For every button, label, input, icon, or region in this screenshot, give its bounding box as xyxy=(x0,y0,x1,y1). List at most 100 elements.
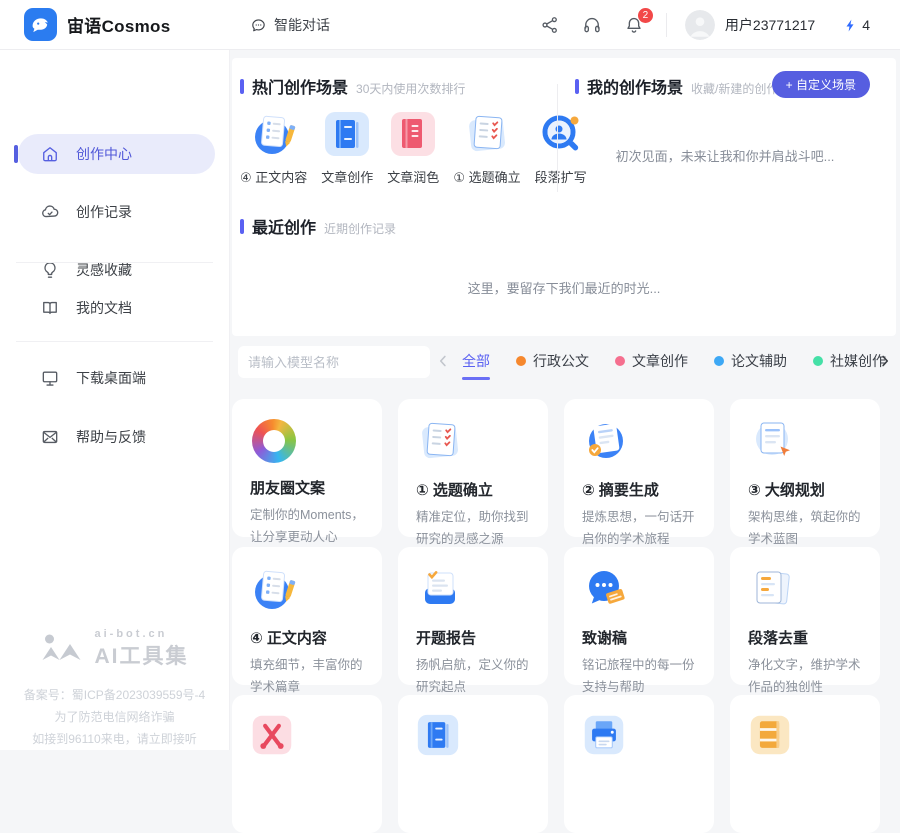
tabs-scroll-left[interactable] xyxy=(434,352,452,370)
proposal-board-icon xyxy=(416,565,530,613)
credits-count: 4 xyxy=(862,17,870,33)
avatar[interactable] xyxy=(685,10,715,40)
book-orange-icon xyxy=(748,713,862,757)
site-watermark: ai-bot.cn AI工具集 备案号：蜀ICP备2023039559号-4 为… xyxy=(0,628,229,750)
my-scenes-empty-text: 初次见面，未来让我和你并肩战斗吧... xyxy=(575,146,875,165)
credits-indicator[interactable]: 4 xyxy=(843,17,870,33)
thanks-bubble-icon xyxy=(582,565,696,613)
card-acknowledgements[interactable]: 致谢稿 铭记旅程中的每一份支持与帮助 xyxy=(564,547,714,685)
bulb-icon xyxy=(40,260,60,280)
category-dot xyxy=(813,356,823,366)
sidebar-item-label: 我的文档 xyxy=(76,298,132,318)
card-paragraph-dedup[interactable]: 段落去重 净化文字，维护学术作品的独创性 xyxy=(730,547,880,685)
card-abstract-generation[interactable]: ② 摘要生成 提炼思想，一句话开启你的学术旅程 xyxy=(564,399,714,537)
clipboard-pencil-icon xyxy=(250,110,298,158)
header-actions: 2 用户23771217 4 xyxy=(518,0,870,50)
monitor-icon xyxy=(40,368,60,388)
card-proposal-report[interactable]: 开题报告 扬帆启航，定义你的研究起点 xyxy=(398,547,548,685)
sidebar-item-download-desktop[interactable]: 下载桌面端 xyxy=(18,358,215,398)
icp-record: 备案号：蜀ICP备2023039559号-4 xyxy=(0,684,229,706)
card-row: ④ 正文内容 填充细节，丰富你的学术篇章 开题报告 扬帆启航，定义你的研究起点 … xyxy=(232,547,880,685)
hot-scene-content[interactable]: ④ 正文内容 xyxy=(240,110,307,186)
card-outline-planning[interactable]: ③ 大纲规划 架构思维，筑起你的学术蓝图 xyxy=(730,399,880,537)
section-marker xyxy=(240,219,244,234)
sidebar-item-creation-records[interactable]: 创作记录 xyxy=(18,192,215,232)
sidebar-item-inspiration-favorites[interactable]: 灵感收藏 xyxy=(18,250,215,290)
chat-bubble-icon xyxy=(250,17,267,34)
notification-badge: 2 xyxy=(638,8,653,23)
sidebar-item-help-feedback[interactable]: 帮助与反馈 xyxy=(18,417,215,457)
scissors-icon xyxy=(250,713,364,757)
username[interactable]: 用户23771217 xyxy=(725,15,815,35)
brand[interactable]: 宙语Cosmos xyxy=(0,8,206,41)
card-row xyxy=(232,695,880,833)
section-marker xyxy=(575,79,579,94)
cloud-record-icon xyxy=(40,202,60,222)
recent-empty-text: 这里，要留存下我们最近的时光... xyxy=(232,278,896,297)
sidebar-item-label: 下载桌面端 xyxy=(76,368,146,388)
watermark-name: AI工具集 xyxy=(95,640,189,670)
nav-smart-chat[interactable]: 智能对话 xyxy=(250,0,330,50)
tab-all[interactable]: 全部 xyxy=(462,351,490,371)
hot-scene-article-polish[interactable]: 文章润色 xyxy=(387,110,439,186)
hot-scenes-row: ④ 正文内容 文章创作 文章润色 ① 选题确立 段落扩写 xyxy=(240,110,587,186)
bell-icon[interactable]: 2 xyxy=(624,15,644,35)
sidebar-item-my-documents[interactable]: 我的文档 xyxy=(18,288,215,328)
card-partial-1[interactable] xyxy=(232,695,382,833)
tab-admin-docs[interactable]: 行政公文 xyxy=(516,351,589,371)
sidebar-item-label: 帮助与反馈 xyxy=(76,427,146,447)
share-icon[interactable] xyxy=(540,15,560,35)
card-topic-selection[interactable]: ① 选题确立 精准定位，助你找到研究的灵感之源 xyxy=(398,399,548,537)
tabs-scroll-right[interactable] xyxy=(876,352,894,370)
summary-doc-icon xyxy=(582,417,696,465)
checklist-doc-icon xyxy=(416,417,530,465)
app-header: 宙语Cosmos 智能对话 2 用户23771217 4 xyxy=(0,0,900,50)
nav-smart-chat-label: 智能对话 xyxy=(274,15,330,35)
card-partial-2[interactable] xyxy=(398,695,548,833)
moments-ring-icon xyxy=(250,419,364,463)
card-row: 朋友圈文案 定制你的Moments，让分享更动人心 ① 选题确立 精准定位，助你… xyxy=(232,399,880,537)
headset-icon[interactable] xyxy=(582,15,602,35)
book-red-icon xyxy=(389,110,437,158)
whale-logo-icon xyxy=(24,8,57,41)
section-marker xyxy=(240,79,244,94)
category-dot xyxy=(714,356,724,366)
model-search xyxy=(238,346,430,378)
card-body-content[interactable]: ④ 正文内容 填充细节，丰富你的学术篇章 xyxy=(232,547,382,685)
tab-paper-assist[interactable]: 论文辅助 xyxy=(714,351,787,371)
book-blue-icon xyxy=(323,110,371,158)
header-divider xyxy=(666,13,667,37)
sidebar: 创作中心 创作记录 灵感收藏 我的文档 下载桌面端 帮助与反馈 ai-bot.c… xyxy=(0,50,230,750)
card-moments-copy[interactable]: 朋友圈文案 定制你的Moments，让分享更动人心 xyxy=(232,399,382,537)
printer-icon xyxy=(582,713,696,757)
panel-divider xyxy=(557,84,558,192)
card-partial-3[interactable] xyxy=(564,695,714,833)
bolt-icon xyxy=(843,18,858,33)
recent-title: 最近创作 xyxy=(252,214,316,238)
anti-fraud-line: 为了防范电信网络诈骗 xyxy=(0,706,229,728)
search-input[interactable] xyxy=(248,355,424,370)
sidebar-item-label: 创作中心 xyxy=(76,144,132,164)
outline-doc-icon xyxy=(748,417,862,465)
category-dot xyxy=(615,356,625,366)
hot-scene-article-writing[interactable]: 文章创作 xyxy=(321,110,373,186)
watermark-site: ai-bot.cn xyxy=(95,628,189,640)
recent-subtitle: 近期创作记录 xyxy=(324,220,396,237)
sidebar-item-creation-center[interactable]: 创作中心 xyxy=(18,134,215,174)
sidebar-divider xyxy=(16,341,213,342)
sidebar-divider xyxy=(16,262,213,263)
hot-scenes-header: 热门创作场景 30天内使用次数排行 xyxy=(240,74,465,98)
tab-article-writing[interactable]: 文章创作 xyxy=(615,351,688,371)
hot-scenes-subtitle: 30天内使用次数排行 xyxy=(356,80,465,97)
book-blue-icon xyxy=(416,713,530,757)
dedup-doc-icon xyxy=(748,565,862,613)
hot-scenes-title: 热门创作场景 xyxy=(252,74,348,98)
brand-name: 宙语Cosmos xyxy=(67,12,170,37)
checklist-doc-icon xyxy=(463,110,511,158)
mail-icon xyxy=(40,427,60,447)
sidebar-item-label: 创作记录 xyxy=(76,202,132,222)
open-book-icon xyxy=(40,298,60,318)
card-partial-4[interactable] xyxy=(730,695,880,833)
hot-scene-topic-selection[interactable]: ① 选题确立 xyxy=(453,110,520,186)
custom-scene-button[interactable]: + 自定义场景 xyxy=(772,71,870,98)
